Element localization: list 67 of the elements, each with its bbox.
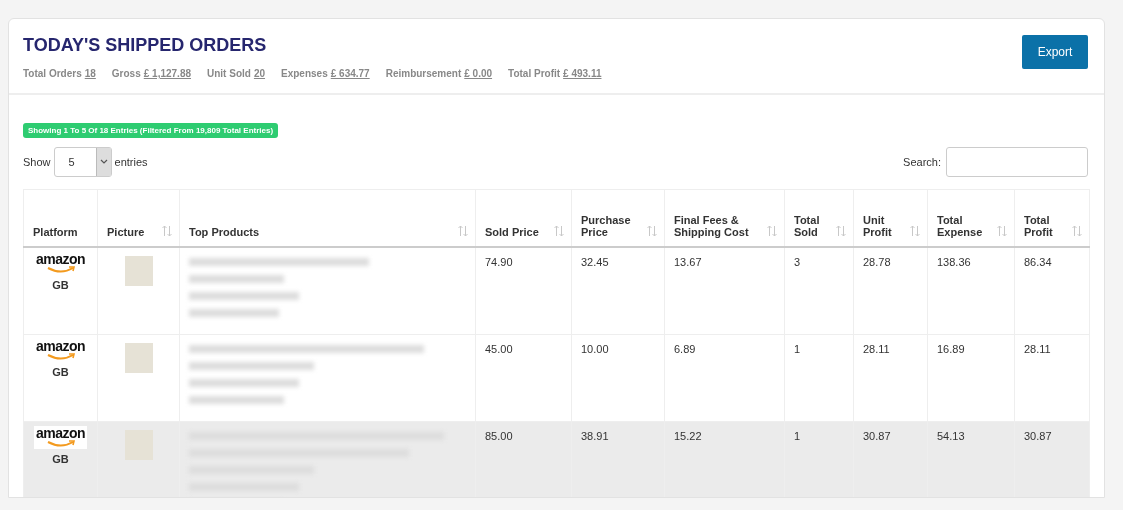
table-cell: 15.22	[664, 421, 785, 497]
table-cell: 3	[784, 247, 854, 335]
sort-icon	[553, 225, 565, 237]
column-header[interactable]: Unit Profit	[853, 189, 928, 247]
sort-icon	[835, 225, 847, 237]
stat-value: 18	[84, 68, 97, 79]
table-cell: 1	[784, 421, 854, 497]
page-title: TODAY'S SHIPPED ORDERS	[23, 35, 268, 56]
sort-icon	[766, 225, 778, 237]
column-header[interactable]: Final Fees & Shipping Cost	[664, 189, 785, 247]
entries-info-badge: Showing 1 To 5 Of 18 Entries (Filtered From 19,809 Total Entries)	[23, 123, 279, 138]
region-code: GB	[51, 453, 70, 465]
search-label: Search:	[903, 156, 941, 168]
column-header[interactable]: Sold Price	[475, 189, 572, 247]
table-cell: 28.78	[853, 247, 928, 335]
show-label: Show	[23, 156, 51, 168]
table-cell: 85.00	[475, 421, 572, 497]
stat-value: £ 1,127.88	[143, 68, 192, 79]
column-header[interactable]: Total Expense	[927, 189, 1015, 247]
table-cell: 30.87	[853, 421, 928, 497]
sort-icon	[646, 225, 658, 237]
table-cell: 13.67	[664, 247, 785, 335]
column-header[interactable]: Platform	[23, 189, 98, 247]
stat-label: Reimbursement	[385, 68, 462, 79]
stat-label: Total Orders	[23, 68, 82, 79]
stat-value: £ 0.00	[464, 68, 494, 79]
stat-value: £ 634.77	[330, 68, 371, 79]
table-cell: 138.36	[927, 247, 1015, 335]
table-cell: 28.11	[853, 334, 928, 422]
table-cell: 1	[784, 334, 854, 422]
stat-label: Total Profit	[508, 68, 561, 79]
photo-placeholder	[124, 343, 153, 373]
stat-label: Gross	[111, 68, 141, 79]
table-cell: 54.13	[927, 421, 1015, 497]
sort-icon	[1071, 225, 1083, 237]
sort-icon	[996, 225, 1008, 237]
table-cell: 32.45	[571, 247, 665, 335]
stat-label: Expenses	[281, 68, 328, 79]
column-header[interactable]: Total Sold	[784, 189, 854, 247]
table-cell: 86.34	[1014, 247, 1090, 335]
table-cell: 6.89	[664, 334, 785, 422]
column-header[interactable]: Purchase Price	[571, 189, 665, 247]
table-cell: 74.90	[475, 247, 572, 335]
region-code: GB	[51, 279, 70, 291]
platform-logo: amazon	[33, 426, 88, 449]
chevron-down-icon	[99, 159, 108, 165]
entries-label: entries	[114, 156, 148, 168]
table-cell: 45.00	[475, 334, 572, 422]
stat-value: 20	[253, 68, 267, 79]
search-field[interactable]	[946, 147, 1088, 177]
sort-icon	[161, 225, 173, 237]
column-header[interactable]: Picture	[97, 189, 180, 247]
stat-label: Unit Sold	[207, 68, 251, 79]
sort-icon	[457, 225, 469, 237]
photo-placeholder	[124, 256, 153, 286]
column-header[interactable]: Total Profit	[1014, 189, 1090, 247]
table-cell: 28.11	[1014, 334, 1090, 422]
table-cell: 38.91	[571, 421, 665, 497]
table-cell: 10.00	[571, 334, 665, 422]
stat-value: £ 493.11	[563, 68, 603, 79]
table-cell: 30.87	[1014, 421, 1090, 497]
sort-icon	[909, 225, 921, 237]
table-cell: 16.89	[927, 334, 1015, 422]
region-code: GB	[51, 366, 70, 378]
entries-select[interactable]: 5	[53, 147, 112, 177]
export-button[interactable]: Export	[1022, 35, 1088, 69]
column-header[interactable]: Top Products	[179, 189, 476, 247]
